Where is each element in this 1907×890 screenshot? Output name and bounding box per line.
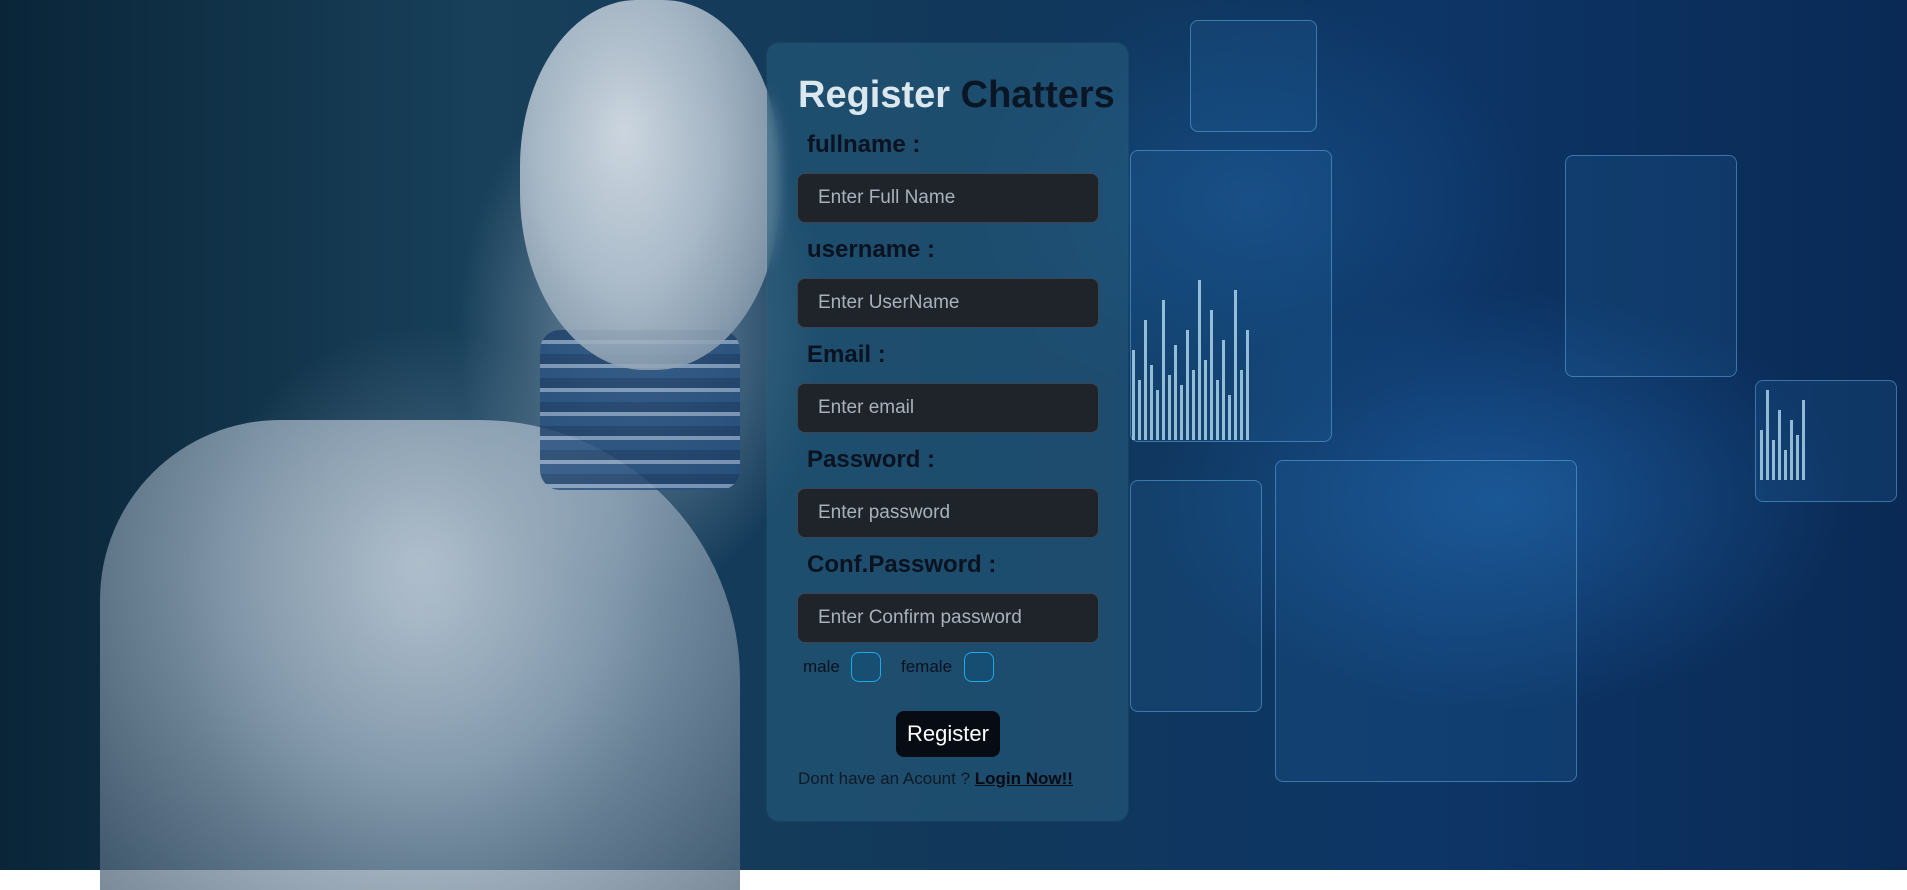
fullname-label: fullname : — [807, 131, 921, 158]
confirm-password-label: Conf.Password : — [807, 551, 997, 578]
login-prompt-text: Dont have an Acount ? — [798, 769, 971, 788]
title-register: Register — [798, 74, 951, 116]
register-button[interactable]: Register — [896, 711, 1000, 757]
username-input[interactable] — [797, 278, 1099, 328]
male-label: male — [803, 657, 840, 676]
female-checkbox[interactable] — [964, 652, 994, 682]
page-title: Register Chatters — [798, 74, 1115, 117]
login-now-link[interactable]: Login Now!! — [975, 769, 1073, 788]
email-label: Email : — [807, 341, 886, 368]
hud-screen — [1130, 480, 1262, 712]
hud-screen — [1565, 155, 1737, 377]
username-label: username : — [807, 236, 936, 263]
password-label: Password : — [807, 446, 936, 473]
confirm-password-input[interactable] — [797, 593, 1099, 643]
fullname-input[interactable] — [797, 173, 1099, 223]
password-input[interactable] — [797, 488, 1099, 538]
male-checkbox[interactable] — [851, 652, 881, 682]
hud-bar-chart — [1132, 260, 1249, 440]
title-chatters: Chatters — [960, 74, 1115, 116]
hud-bar-chart — [1760, 380, 1805, 480]
female-label: female — [901, 657, 953, 676]
email-input[interactable] — [797, 383, 1099, 433]
login-prompt: Dont have an Acount ? Login Now!! — [798, 769, 1073, 789]
hud-screen — [1190, 20, 1317, 132]
robot-head-illustration — [520, 0, 780, 370]
robot-shoulder-illustration — [100, 420, 740, 890]
hud-screen — [1275, 460, 1577, 782]
